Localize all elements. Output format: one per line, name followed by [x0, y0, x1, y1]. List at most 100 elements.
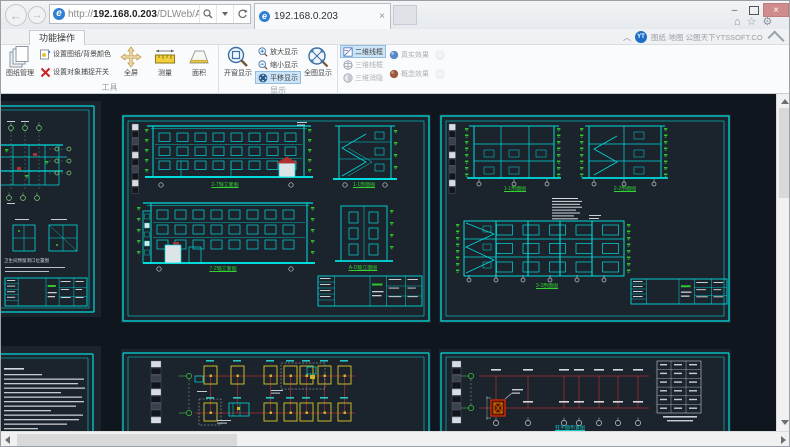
scroll-left-icon[interactable]: [5, 436, 10, 444]
ribbon-group-display: 开窗显示 放大显示 缩小显示 平移显示: [219, 44, 338, 94]
scroll-up-icon[interactable]: [781, 99, 789, 104]
plan-partial-drawing: [1, 101, 101, 317]
set-background-button[interactable]: 设置图纸/背景颜色: [37, 48, 114, 61]
window-zoom-button[interactable]: 开窗显示: [221, 45, 255, 84]
back-button[interactable]: ←: [5, 4, 27, 26]
ribbon: 功能操作 ︿ YT 图纸·地图 公图天下YTSSOFT.COM图纸(地图)控件-…: [1, 29, 790, 94]
browser-tab[interactable]: e 192.168.0.203 ×: [254, 3, 391, 29]
section-caption-3: 3-3剖面图: [507, 283, 587, 289]
zoom-out-button[interactable]: 缩小显示: [255, 58, 301, 71]
visual-style-extra-column: [432, 45, 448, 84]
wireframe-2d-icon: [343, 47, 353, 57]
visual-style-extra-icon-1[interactable]: [435, 50, 445, 60]
address-bar[interactable]: e http://192.168.0.203/DLWeb/Application…: [49, 4, 251, 24]
forward-icon: →: [32, 9, 43, 21]
visual-style-col-1: 二维线框 三维线框 三维消隐: [340, 45, 386, 84]
area-icon: [188, 46, 210, 68]
wireframe-3d-icon: [343, 60, 353, 70]
scroll-right-icon[interactable]: [781, 436, 786, 444]
fit-view-icon: [307, 46, 329, 68]
section-caption-1: 1-1剖面图: [479, 186, 551, 192]
realistic-icon: [389, 50, 399, 60]
browser-titlebar: ← → e http://192.168.0.203/DLWeb/Applica…: [1, 1, 790, 29]
notes-drawing: [1, 346, 101, 431]
collapse-mini-icon[interactable]: ︿: [623, 32, 631, 43]
elevation-caption-3: A-D轴立面图: [333, 265, 393, 271]
url-text[interactable]: http://192.168.0.203/DLWeb/Application/Y…: [68, 9, 199, 20]
area-button[interactable]: 面积: [182, 45, 216, 81]
vertical-scroll-thumb[interactable]: [779, 108, 789, 198]
section-caption-2: 2-2剖面图: [591, 186, 659, 192]
ribbon-body: 图纸管理 设置图纸/背景颜色 设置对象捕捉开关: [1, 44, 790, 94]
sheet-notes-partial[interactable]: [1, 346, 101, 431]
pan-icon: [258, 73, 268, 83]
conceptual-button[interactable]: 概念效果: [386, 68, 432, 81]
sheet-sections[interactable]: 1-1剖面图 2-2剖面图 3-3剖面图: [439, 114, 731, 323]
visual-style-extra-icon-2[interactable]: [435, 69, 445, 79]
scroll-down-icon[interactable]: [781, 420, 789, 425]
vertical-scrollbar[interactable]: [776, 94, 790, 431]
realistic-button[interactable]: 真实效果: [386, 48, 432, 61]
zoom-out-icon: [258, 60, 268, 70]
home-icon[interactable]: ⌂: [734, 16, 741, 28]
drawing-canvas[interactable]: 卫生间预留洞口位置图 2-7轴立面图 1-1剖面图 7-2轴立面图 A-D轴立面…: [1, 94, 776, 431]
measure-button[interactable]: 测量: [148, 45, 182, 81]
elevation-caption-2: 7-2轴立面图: [181, 266, 265, 272]
ribbon-tab-function-operations[interactable]: 功能操作: [29, 30, 85, 45]
section-caption: 1-1剖面图: [331, 182, 397, 188]
ribbon-tab-strip: 功能操作 ︿ YT 图纸·地图 公图天下YTSSOFT.COM图纸(地图)控件-…: [1, 29, 790, 45]
close-button[interactable]: ×: [763, 3, 789, 17]
ie-favicon: e: [53, 8, 65, 20]
tools-small-stack: 设置图纸/背景颜色 设置对象捕捉开关: [37, 45, 114, 81]
horizontal-scrollbar[interactable]: [1, 431, 790, 447]
zoom-in-button[interactable]: 放大显示: [255, 45, 301, 58]
fit-view-button[interactable]: 全图显示: [301, 45, 335, 84]
browser-action-icons: ⌂ ☆ ⚙: [734, 16, 772, 28]
wireframe-2d-button[interactable]: 二维线框: [340, 45, 386, 58]
elevation-caption-1: 2-7轴立面图: [183, 182, 267, 188]
plan-note: 卫生间预留洞口位置图: [4, 258, 88, 263]
back-icon: ←: [10, 8, 23, 23]
drawing-manager-button[interactable]: 图纸管理: [3, 45, 37, 81]
favorites-icon[interactable]: ☆: [747, 16, 757, 28]
zoom-in-icon: [258, 47, 268, 57]
ribbon-group-visual-styles: 二维线框 三维线框 三维消隐: [338, 44, 450, 94]
hidden-3d-icon: [343, 73, 353, 83]
palette-icon: [40, 49, 51, 60]
sheet-column-plan[interactable]: 柱平面布置图: [439, 349, 731, 431]
foundation-plan-drawing: [121, 349, 431, 431]
minimize-button[interactable]: –: [725, 3, 744, 17]
trial-banner: 图纸·地图 公图天下YTSSOFT.COM图纸(地图)控件-试用版: [651, 32, 763, 43]
address-dropdown-caret-icon[interactable]: [216, 5, 233, 23]
hidden-3d-button[interactable]: 三维消隐: [340, 71, 386, 84]
search-icon[interactable]: [199, 5, 216, 23]
new-tab-button[interactable]: [393, 5, 417, 25]
sheet-plan-partial[interactable]: 卫生间预留洞口位置图: [1, 101, 101, 317]
column-plan-drawing: [439, 349, 731, 431]
measure-ruler-icon: [154, 46, 176, 68]
app-logo: YT: [635, 31, 647, 43]
sheet-foundation-plan[interactable]: [121, 349, 431, 431]
conceptual-icon: [389, 69, 399, 79]
tab-close-icon[interactable]: ×: [374, 11, 390, 22]
refresh-icon[interactable]: [233, 5, 250, 23]
set-snap-button[interactable]: 设置对象捕捉开关: [37, 66, 114, 79]
snap-toggle-icon: [40, 67, 51, 78]
settings-icon[interactable]: ⚙: [763, 16, 773, 28]
pan-button[interactable]: 平移显示: [255, 71, 301, 84]
forward-button[interactable]: →: [28, 6, 46, 24]
sections-drawing: [439, 114, 731, 323]
elevations-drawing: [121, 114, 431, 323]
horizontal-scroll-thumb[interactable]: [17, 434, 237, 446]
sheet-elevations[interactable]: 2-7轴立面图 1-1剖面图 7-2轴立面图 A-D轴立面图: [121, 114, 431, 323]
tab-favicon: e: [259, 11, 270, 22]
visual-style-col-2: 真实效果 概念效果: [386, 45, 432, 84]
maximize-button[interactable]: [744, 3, 763, 17]
fullscreen-button[interactable]: 全屏: [114, 45, 148, 81]
ribbon-right-header: ︿ YT 图纸·地图 公图天下YTSSOFT.COM图纸(地图)控件-试用版: [623, 30, 787, 44]
wireframe-3d-button[interactable]: 三维线框: [340, 58, 386, 71]
tab-title: 192.168.0.203: [274, 11, 374, 22]
group-label-tools: 工具: [1, 82, 218, 94]
fullscreen-icon: [120, 46, 142, 68]
drawing-manager-icon: [8, 46, 32, 68]
